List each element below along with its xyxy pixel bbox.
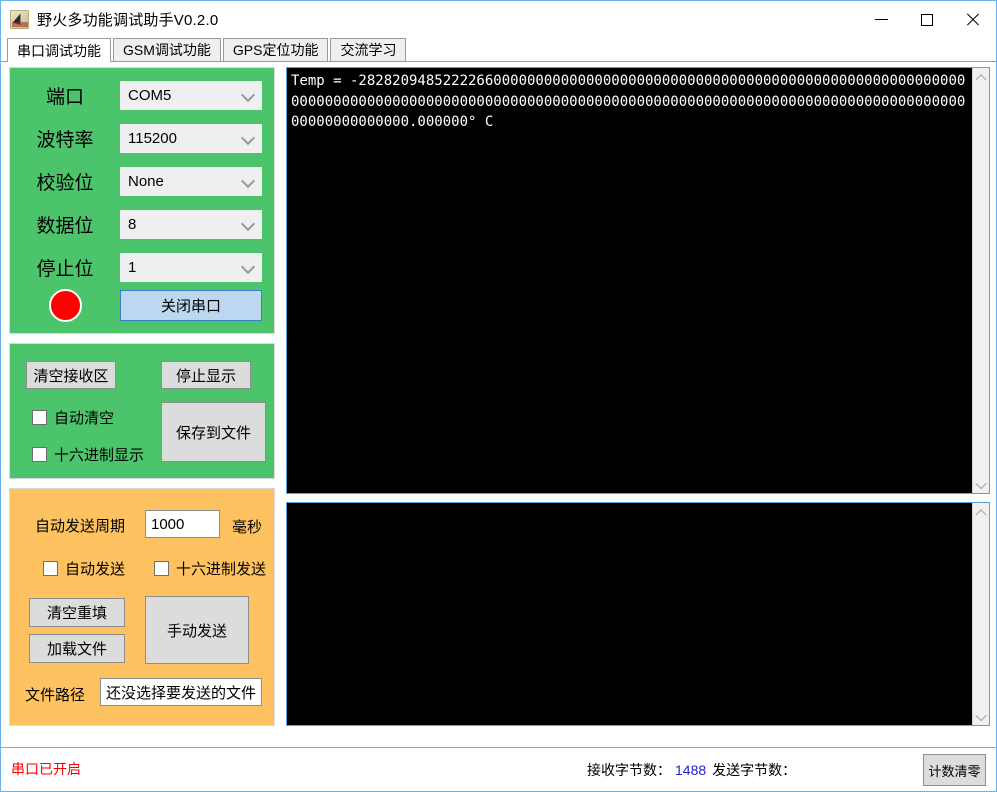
port-status-text: 串口已开启 bbox=[11, 761, 81, 777]
window-title: 野火多功能调试助手V0.2.0 bbox=[37, 12, 219, 29]
period-unit-label: 毫秒 bbox=[232, 519, 263, 536]
hex-display-label: 十六进制显示 bbox=[54, 447, 145, 464]
chevron-down-icon bbox=[975, 709, 987, 721]
baudrate-value: 115200 bbox=[128, 129, 177, 147]
receive-scrollbar[interactable] bbox=[972, 68, 989, 493]
tab-gsm-debug[interactable]: GSM调试功能 bbox=[113, 38, 221, 61]
stopbits-value: 1 bbox=[128, 258, 137, 276]
port-status-led bbox=[48, 288, 82, 322]
manual-send-button[interactable]: 手动发送 bbox=[145, 596, 249, 664]
hex-send-label: 十六进制发送 bbox=[176, 561, 267, 578]
file-path-label: 文件路径 bbox=[25, 687, 86, 704]
send-count-label: 发送字节数： bbox=[712, 762, 797, 778]
port-value: COM5 bbox=[128, 86, 172, 104]
hex-send-checkbox[interactable] bbox=[154, 561, 169, 576]
clear-refill-button[interactable]: 清空重填 bbox=[29, 598, 125, 627]
toggle-port-button[interactable]: 关闭串口 bbox=[120, 289, 262, 321]
main-content: 端口 COM5 波特率 115200 校验位 None 数据位 8 停止位 1 … bbox=[1, 62, 996, 747]
maximize-icon bbox=[921, 13, 933, 26]
title-bar: 野火多功能调试助手V0.2.0 bbox=[1, 1, 996, 38]
app-logo-icon bbox=[10, 10, 29, 29]
chevron-down-icon bbox=[240, 216, 256, 232]
tab-learning[interactable]: 交流学习 bbox=[330, 38, 407, 61]
receive-text-area: Temp = -28282094852222660000000000000000… bbox=[286, 67, 990, 494]
auto-send-checkbox[interactable] bbox=[43, 561, 58, 576]
auto-send-period-input[interactable]: 1000 bbox=[145, 510, 220, 538]
tab-bar: 串口调试功能 GSM调试功能 GPS定位功能 交流学习 bbox=[1, 38, 996, 62]
stopbits-select[interactable]: 1 bbox=[120, 252, 262, 282]
scroll-up-button[interactable] bbox=[973, 68, 990, 85]
chevron-down-icon bbox=[240, 173, 256, 189]
auto-clear-checkbox-row[interactable]: 自动清空 bbox=[32, 407, 114, 428]
chevron-down-icon bbox=[240, 259, 256, 275]
hex-display-checkbox[interactable] bbox=[32, 447, 47, 462]
receive-count-label: 接收字节数： bbox=[587, 762, 671, 778]
send-scrollbar[interactable] bbox=[972, 503, 989, 725]
parity-select[interactable]: None bbox=[120, 166, 262, 196]
close-button[interactable] bbox=[950, 1, 996, 38]
baudrate-label: 波特率 bbox=[36, 129, 94, 151]
scroll-down-button[interactable] bbox=[973, 476, 990, 493]
chevron-up-icon bbox=[975, 508, 987, 520]
maximize-button[interactable] bbox=[904, 1, 950, 38]
scroll-up-button[interactable] bbox=[973, 503, 990, 520]
minimize-icon bbox=[874, 19, 888, 20]
load-file-button[interactable]: 加载文件 bbox=[29, 634, 125, 663]
minimize-button[interactable] bbox=[858, 1, 904, 38]
serial-config-panel: 端口 COM5 波特率 115200 校验位 None 数据位 8 停止位 1 … bbox=[9, 67, 275, 334]
port-label: 端口 bbox=[45, 86, 84, 108]
databits-select[interactable]: 8 bbox=[120, 209, 262, 239]
hex-display-checkbox-row[interactable]: 十六进制显示 bbox=[32, 444, 144, 465]
databits-value: 8 bbox=[128, 215, 137, 233]
save-to-file-button[interactable]: 保存到文件 bbox=[161, 402, 266, 462]
app-window: 野火多功能调试助手V0.2.0 串口调试功能 GSM调试功能 GPS定位功能 交… bbox=[0, 0, 997, 792]
databits-label: 数据位 bbox=[36, 215, 94, 237]
status-bar: 串口已开启 接收字节数： 1488 发送字节数： 计数清零 bbox=[1, 747, 996, 791]
stop-display-button[interactable]: 停止显示 bbox=[161, 361, 251, 389]
send-text-content[interactable] bbox=[287, 503, 972, 725]
auto-send-checkbox-row[interactable]: 自动发送 bbox=[43, 558, 125, 579]
chevron-down-icon bbox=[240, 130, 256, 146]
byte-counters: 接收字节数： 1488 发送字节数： bbox=[587, 760, 806, 780]
hex-send-checkbox-row[interactable]: 十六进制发送 bbox=[154, 558, 266, 579]
reset-counters-button[interactable]: 计数清零 bbox=[923, 754, 986, 786]
auto-clear-checkbox[interactable] bbox=[32, 410, 47, 425]
auto-send-label: 自动发送 bbox=[65, 561, 126, 578]
chevron-up-icon bbox=[975, 73, 987, 85]
receive-count-value: 1488 bbox=[675, 762, 707, 778]
chevron-down-icon bbox=[240, 87, 256, 103]
send-control-panel: 自动发送周期 1000 毫秒 自动发送 十六进制发送 清空重填 加载文件 手动发… bbox=[9, 488, 275, 726]
port-select[interactable]: COM5 bbox=[120, 80, 262, 110]
stopbits-label: 停止位 bbox=[36, 258, 94, 280]
auto-clear-label: 自动清空 bbox=[54, 410, 115, 427]
receive-control-panel: 清空接收区 停止显示 自动清空 十六进制显示 保存到文件 bbox=[9, 343, 275, 479]
send-text-area bbox=[286, 502, 990, 726]
tab-gps-locate[interactable]: GPS定位功能 bbox=[222, 38, 329, 61]
scroll-down-button[interactable] bbox=[973, 708, 990, 725]
parity-label: 校验位 bbox=[36, 172, 94, 194]
auto-send-period-label: 自动发送周期 bbox=[35, 518, 126, 535]
receive-text-content[interactable]: Temp = -28282094852222660000000000000000… bbox=[287, 68, 972, 493]
clear-receive-button[interactable]: 清空接收区 bbox=[26, 361, 116, 389]
parity-value: None bbox=[128, 172, 164, 190]
chevron-down-icon bbox=[975, 477, 987, 489]
close-icon bbox=[966, 13, 980, 27]
baudrate-select[interactable]: 115200 bbox=[120, 123, 262, 153]
window-controls bbox=[858, 1, 996, 38]
file-path-input[interactable]: 还没选择要发送的文件 bbox=[100, 678, 262, 706]
tab-serial-debug[interactable]: 串口调试功能 bbox=[7, 38, 111, 62]
